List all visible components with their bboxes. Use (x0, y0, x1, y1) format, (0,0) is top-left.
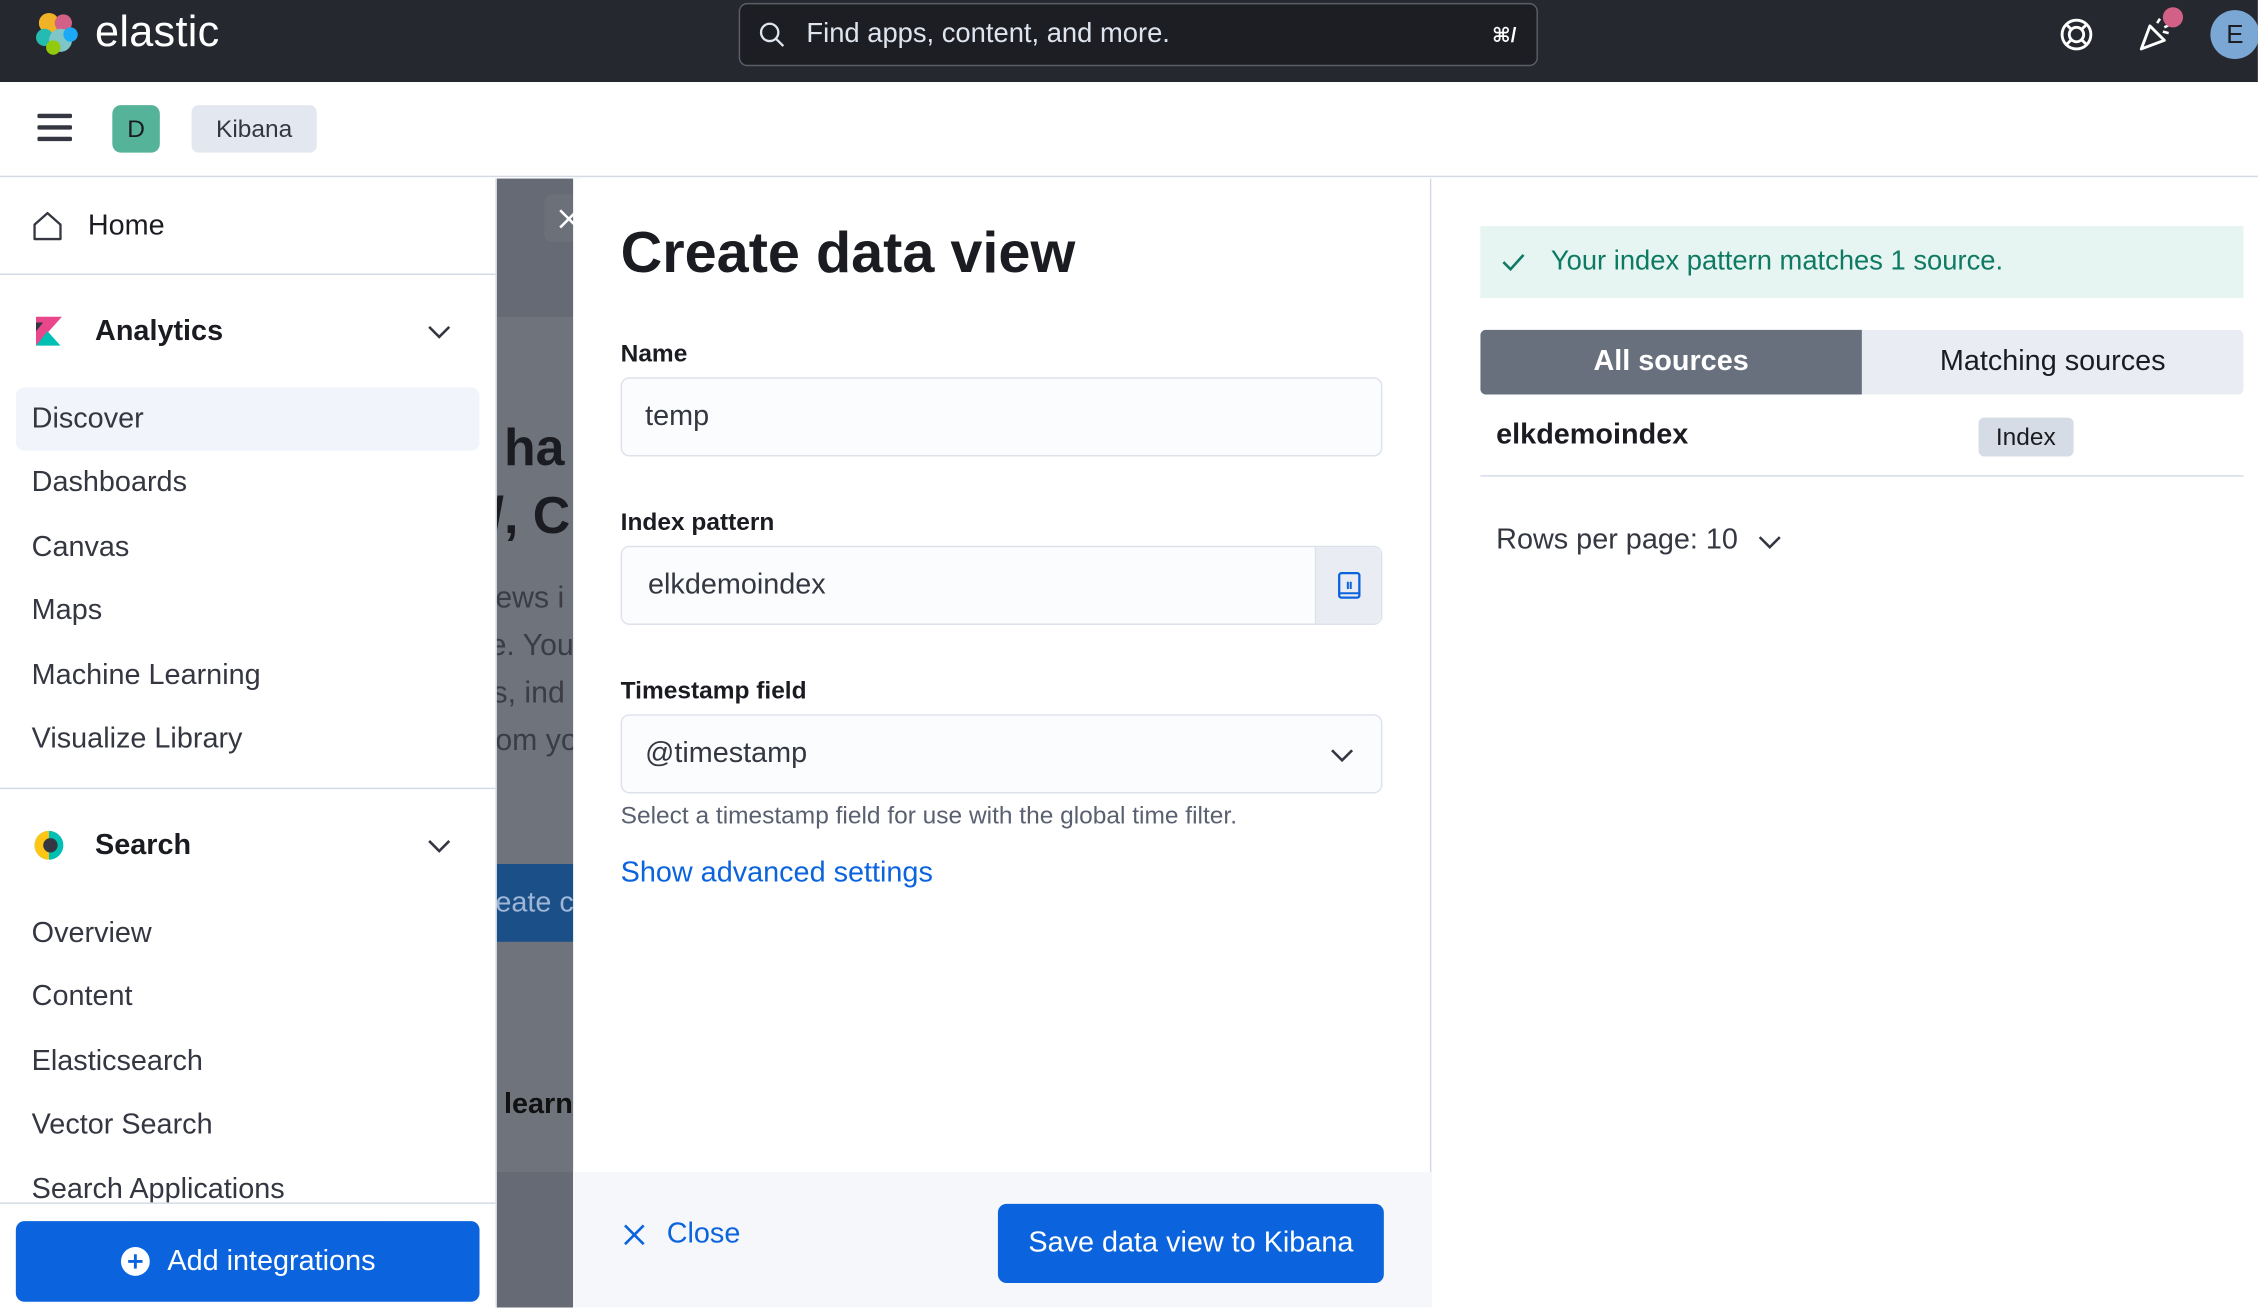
index-pattern-value: elkdemoindex (648, 568, 826, 601)
search-shortcut: ⌘/ (1491, 22, 1517, 46)
tab-matching-sources[interactable]: Matching sources (1861, 329, 2244, 395)
notification-badge (2162, 7, 2184, 28)
create-data-view-flyout: Create data view Name temp Index pattern… (573, 178, 2258, 1308)
table-row: elkdemoindex Index (1480, 395, 2244, 477)
elastic-logo-icon (36, 12, 78, 55)
source-type-badge: Index (1978, 417, 2074, 457)
background-text-line: om yo (495, 724, 578, 758)
index-pattern-label: Index pattern (620, 508, 775, 536)
index-pattern-help-button[interactable] (1314, 547, 1381, 624)
index-pattern-field[interactable]: elkdemoindex (620, 545, 1383, 625)
space-avatar[interactable]: D (112, 105, 160, 153)
nav-section-search[interactable]: Search (0, 812, 495, 878)
nav-item-vector-search[interactable]: Vector Search (16, 1093, 480, 1156)
nav-home-label: Home (87, 209, 165, 242)
check-icon (1502, 254, 1525, 272)
breadcrumb-bar: D Kibana (0, 82, 2258, 178)
search-icon (759, 22, 785, 47)
rows-per-page-button[interactable]: Rows per page: 10 (1496, 524, 1784, 557)
nav-divider (0, 787, 496, 790)
name-field[interactable]: temp (620, 377, 1383, 457)
nav-item-discover[interactable]: Discover (15, 387, 480, 451)
nav-footer: Add integrations (0, 1202, 496, 1308)
background-button-label: eate c (495, 886, 574, 919)
close-button-label: Close (666, 1218, 741, 1250)
nav-section-title: Search (95, 828, 192, 861)
timestamp-field-label: Timestamp field (620, 676, 807, 705)
timestamp-field-select[interactable]: @timestamp (620, 714, 1383, 794)
chevron-down-icon (1758, 535, 1781, 549)
nav-item-visualize-library[interactable]: Visualize Library (16, 707, 480, 770)
plus-circle-icon (121, 1247, 151, 1276)
background-title-line: ha (504, 417, 565, 477)
rows-per-page-label: Rows per page: 10 (1496, 524, 1738, 556)
timestamp-field-value: @timestamp (645, 737, 808, 769)
chevron-down-icon (1331, 748, 1354, 762)
tab-all-sources[interactable]: All sources (1480, 329, 1862, 395)
name-label: Name (620, 339, 688, 368)
nav-section-analytics[interactable]: Analytics (0, 298, 495, 364)
background-text-line: e. You (495, 629, 574, 663)
chevron-down-icon (428, 325, 451, 339)
search-placeholder: Find apps, content, and more. (806, 18, 1170, 49)
flyout-footer: Close Save data view to Kibana (573, 1172, 1432, 1308)
close-button[interactable]: Close (622, 1218, 740, 1251)
save-data-view-button[interactable]: Save data view to Kibana (997, 1203, 1384, 1284)
help-icon[interactable] (2056, 14, 2096, 54)
close-icon (624, 1224, 645, 1246)
breadcrumb-kibana[interactable]: Kibana (191, 105, 317, 153)
documentation-icon (1337, 571, 1360, 599)
nav-item-dashboards[interactable]: Dashboards (16, 451, 480, 514)
menu-toggle-button[interactable] (37, 113, 72, 143)
elastic-logo[interactable]: elastic (32, 9, 220, 58)
chevron-down-icon (428, 840, 451, 853)
kibana-logo-icon (36, 316, 62, 346)
index-match-callout: Your index pattern matches 1 source. (1480, 226, 2244, 299)
source-name: elkdemoindex (1496, 419, 1689, 451)
background-text-line: s, ind (495, 676, 565, 710)
add-integrations-label: Add integrations (167, 1244, 376, 1277)
name-field-value: temp (645, 400, 710, 433)
user-avatar[interactable]: E (2210, 10, 2258, 60)
nav-home[interactable]: Home (0, 179, 496, 276)
nav-item-overview[interactable]: Overview (16, 901, 480, 964)
global-header: elastic Find apps, content, and more. ⌘/… (0, 0, 2258, 83)
add-integrations-button[interactable]: Add integrations (15, 1221, 480, 1302)
home-icon (33, 211, 62, 241)
sources-tabs: All sources Matching sources (1480, 329, 2244, 395)
background-text-line: ews i (495, 581, 565, 615)
timestamp-help-text: Select a timestamp field for use with th… (620, 802, 1238, 830)
background-learn-text: learn (504, 1088, 573, 1121)
side-navigation: Home Analytics Discover Dashboards Canva… (0, 178, 497, 1308)
background-page-overlay: ha /, Cl ews i e. You s, ind om yo eate … (495, 178, 582, 1308)
enterprise-search-icon (34, 830, 64, 860)
nav-item-content[interactable]: Content (16, 965, 480, 1028)
background-title-line: /, Cl (495, 485, 582, 545)
nav-item-machine-learning[interactable]: Machine Learning (16, 644, 480, 707)
callout-text: Your index pattern matches 1 source. (1550, 246, 2004, 277)
background-create-button: eate c (495, 864, 582, 942)
data-view-form: Create data view Name temp Index pattern… (573, 178, 1432, 1308)
global-search-input[interactable]: Find apps, content, and more. ⌘/ (738, 2, 1538, 67)
brand-text: elastic (95, 8, 220, 57)
nav-item-elasticsearch[interactable]: Elasticsearch (16, 1030, 480, 1093)
nav-item-maps[interactable]: Maps (16, 579, 480, 642)
show-advanced-settings-link[interactable]: Show advanced settings (621, 857, 933, 890)
flyout-title: Create data view (620, 221, 1076, 286)
nav-item-canvas[interactable]: Canvas (16, 516, 480, 579)
nav-section-title: Analytics (95, 314, 224, 347)
